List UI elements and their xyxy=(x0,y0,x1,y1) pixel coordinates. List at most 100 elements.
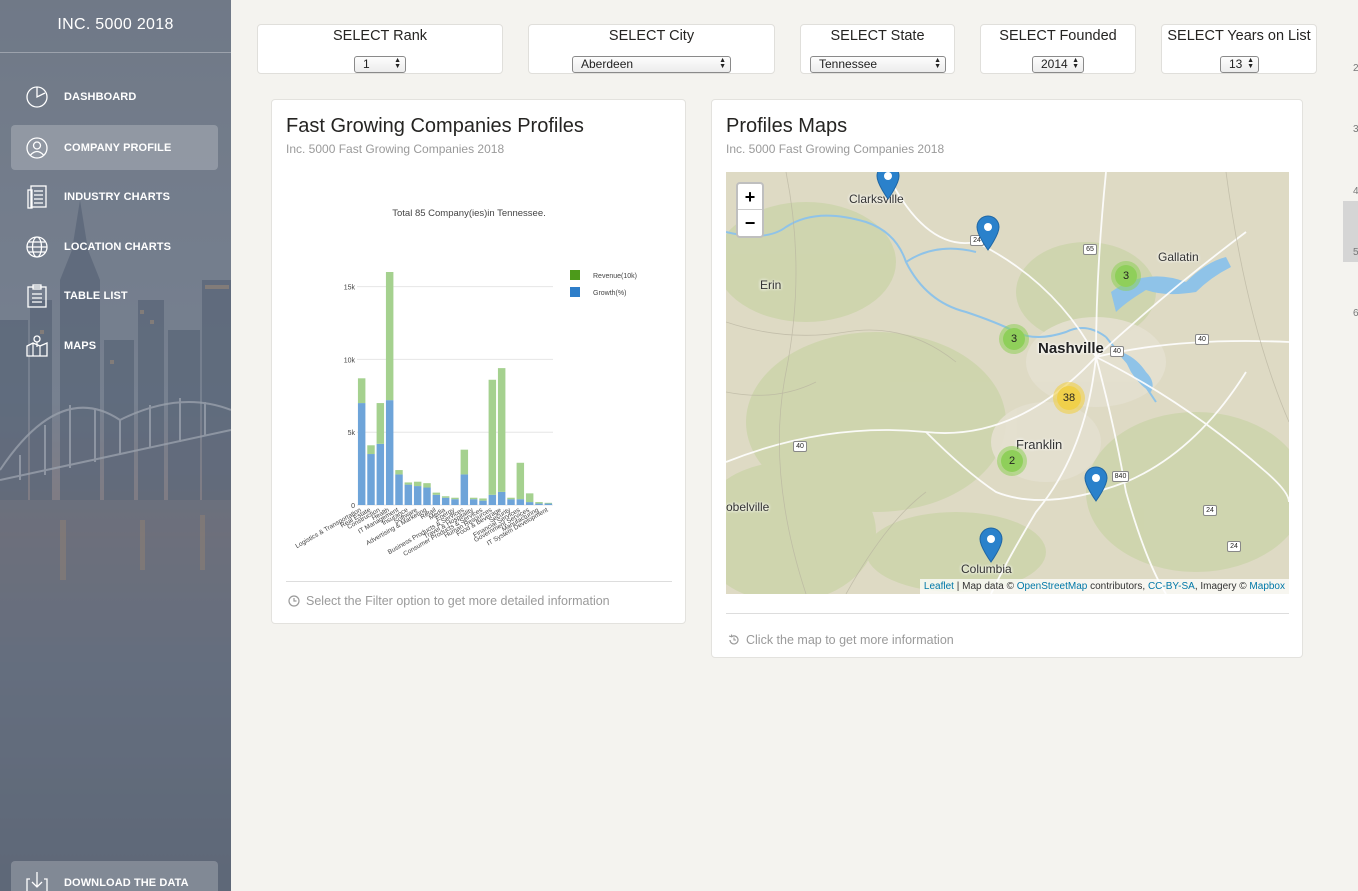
years-select-value: 13 xyxy=(1229,57,1243,71)
sidebar-item-label: DASHBOARD xyxy=(64,90,137,103)
download-data-label: DOWNLOAD THE DATA xyxy=(64,877,189,889)
highway-shield-65: 65 xyxy=(1083,244,1097,255)
years-select[interactable]: 13 ▲ ▼ xyxy=(1220,56,1259,73)
highway-shield-24: 24 xyxy=(1203,505,1217,516)
filter-years-on-list: SELECT Years on List 13 ▲ ▼ xyxy=(1161,24,1317,74)
filter-city-label: SELECT City xyxy=(608,28,695,44)
sidebar-item-label: COMPANY PROFILE xyxy=(64,141,172,154)
profiles-footer-text: Select the Filter option to get more det… xyxy=(306,594,610,608)
map-cluster[interactable]: 38 xyxy=(1053,382,1085,414)
sidebar-item-label: LOCATION CHARTS xyxy=(64,240,172,253)
edge-tick-label: 2 xyxy=(1353,63,1358,74)
filter-city: SELECT City Aberdeen ▲ ▼ xyxy=(528,24,775,74)
highway-shield-40: 40 xyxy=(793,441,807,452)
map-attribution: Leaflet | Map data © OpenStreetMap contr… xyxy=(919,579,1289,594)
osm-link[interactable]: OpenStreetMap xyxy=(1017,581,1088,592)
globe-icon xyxy=(26,235,48,258)
map-cluster[interactable]: 2 xyxy=(997,446,1027,476)
maps-card-subtitle: Inc. 5000 Fast Growing Companies 2018 xyxy=(726,142,945,156)
edge-tick-label: 3 xyxy=(1353,124,1358,135)
history-icon xyxy=(728,634,739,645)
edge-tick-label: 5 xyxy=(1353,247,1358,258)
clock-icon xyxy=(288,595,300,607)
select-arrows-icon: ▲ ▼ xyxy=(719,57,726,70)
map-icon xyxy=(26,334,48,357)
sidebar-item-industry-charts[interactable]: INDUSTRY CHARTS xyxy=(11,174,218,219)
city-select-value: Aberdeen xyxy=(581,57,634,71)
card-divider xyxy=(286,581,672,582)
license-link[interactable]: CC-BY-SA xyxy=(1148,581,1195,592)
state-select-value: Tennessee xyxy=(819,57,878,71)
map-marker-icon[interactable] xyxy=(979,527,1003,563)
sidebar-divider xyxy=(0,52,231,53)
select-arrows-icon: ▲ ▼ xyxy=(934,57,941,70)
filter-founded: SELECT Founded 2014 ▲ ▼ xyxy=(980,24,1136,74)
maps-card-footer: Click the map to get more information xyxy=(728,633,954,647)
cluster-count: 2 xyxy=(1008,455,1016,467)
profiles-map[interactable]: 24 65 40 40 40 840 24 24 Clarksville Gal… xyxy=(726,172,1289,594)
filter-founded-label: SELECT Founded xyxy=(999,28,1117,44)
cluster-count: 38 xyxy=(1062,392,1076,404)
sidebar-item-label: TABLE LIST xyxy=(64,289,128,302)
download-data-button[interactable]: DOWNLOAD THE DATA xyxy=(11,861,218,891)
city-select[interactable]: Aberdeen ▲ ▼ xyxy=(572,56,731,73)
user-circle-icon xyxy=(26,136,48,159)
place-label-obelville: obelville xyxy=(726,500,770,514)
app-title: INC. 5000 2018 xyxy=(57,16,174,33)
sidebar-item-company-profile[interactable]: COMPANY PROFILE xyxy=(11,125,218,170)
edge-tick-label: 4 xyxy=(1353,186,1358,197)
filter-state-label: SELECT State xyxy=(830,28,925,44)
founded-select-value: 2014 xyxy=(1041,57,1068,71)
place-label-nashville: Nashville xyxy=(1038,340,1104,357)
profiles-card-subtitle: Inc. 5000 Fast Growing Companies 2018 xyxy=(286,142,505,156)
founded-select[interactable]: 2014 ▲ ▼ xyxy=(1032,56,1084,73)
filter-state: SELECT State Tennessee ▲ ▼ xyxy=(800,24,955,74)
maps-footer-text: Click the map to get more information xyxy=(746,633,954,647)
sidebar-item-dashboard[interactable]: DASHBOARD xyxy=(11,74,218,119)
edge-tick-label: 6 xyxy=(1353,308,1358,319)
dashboard-icon xyxy=(26,85,48,108)
sidebar-item-location-charts[interactable]: LOCATION CHARTS xyxy=(11,224,218,269)
leaflet-link[interactable]: Leaflet xyxy=(924,581,954,592)
map-marker-icon[interactable] xyxy=(976,215,1000,251)
attribution-text: , Imagery © xyxy=(1194,581,1250,592)
sidebar-item-table-list[interactable]: TABLE LIST xyxy=(11,273,218,318)
map-tiles xyxy=(726,172,1289,594)
filter-rank-label: SELECT Rank xyxy=(332,28,428,44)
map-marker-icon[interactable] xyxy=(1084,466,1108,502)
profiles-card-title: Fast Growing Companies Profiles xyxy=(286,115,584,137)
map-cluster[interactable]: 3 xyxy=(999,324,1029,354)
clipboard-list-icon xyxy=(27,283,47,308)
select-arrows-icon: ▲ ▼ xyxy=(1072,57,1079,70)
highway-shield-24: 24 xyxy=(1227,541,1241,552)
cluster-count: 3 xyxy=(1122,270,1130,282)
sidebar-item-label: MAPS xyxy=(64,339,97,352)
card-divider xyxy=(726,613,1289,614)
place-label-gallatin: Gallatin xyxy=(1158,250,1199,264)
sidebar: INC. 5000 2018 DASHBOARD COMPANY PROFILE… xyxy=(0,0,231,891)
profiles-card-footer: Select the Filter option to get more det… xyxy=(288,594,610,608)
place-label-columbia: Columbia xyxy=(961,562,1012,576)
sidebar-item-maps[interactable]: MAPS xyxy=(11,323,218,368)
map-cluster[interactable]: 3 xyxy=(1111,261,1141,291)
attribution-text: | Map data © xyxy=(953,581,1017,592)
rank-select[interactable]: 1 ▲ ▼ xyxy=(354,56,406,73)
state-select[interactable]: Tennessee ▲ ▼ xyxy=(810,56,946,73)
zoom-out-button[interactable]: − xyxy=(738,210,762,236)
rank-select-value: 1 xyxy=(363,57,370,71)
profiles-card: Fast Growing Companies Profiles Inc. 500… xyxy=(271,99,686,624)
attribution-text: contributors, xyxy=(1087,581,1148,592)
download-icon xyxy=(26,872,48,891)
select-arrows-icon: ▲ ▼ xyxy=(394,57,401,70)
map-marker-icon[interactable] xyxy=(876,172,900,200)
highway-shield-40: 40 xyxy=(1195,334,1209,345)
highway-shield-40: 40 xyxy=(1110,346,1124,357)
highway-shield-840: 840 xyxy=(1112,471,1129,482)
mapbox-link[interactable]: Mapbox xyxy=(1249,581,1285,592)
sidebar-item-label: INDUSTRY CHARTS xyxy=(64,190,171,203)
filter-years-label: SELECT Years on List xyxy=(1167,28,1311,44)
map-zoom-control: + − xyxy=(736,182,764,238)
document-list-icon xyxy=(27,184,47,209)
select-arrows-icon: ▲ ▼ xyxy=(1247,57,1254,70)
zoom-in-button[interactable]: + xyxy=(738,184,762,210)
